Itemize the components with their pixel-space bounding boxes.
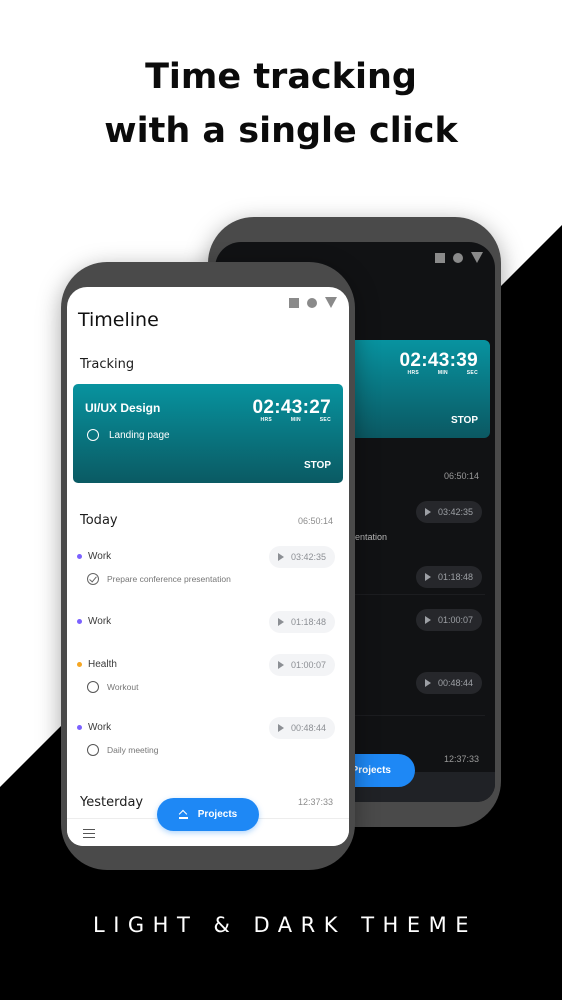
entry-task[interactable]: Daily meeting <box>87 744 159 756</box>
stop-button[interactable]: STOP <box>451 415 478 426</box>
duration: 00:48:44 <box>290 723 326 733</box>
tracking-timer: 02:43:39 HRS MIN SEC <box>400 350 478 376</box>
task-checkbox-icon[interactable] <box>87 744 99 756</box>
circle-icon <box>307 297 317 308</box>
tracking-timer: 02:43:27 HRS MIN SEC <box>253 397 331 423</box>
task-checkbox-icon[interactable] <box>87 429 99 441</box>
play-icon <box>277 661 284 669</box>
project-name: Health <box>88 659 117 670</box>
project-color-dot <box>77 662 82 667</box>
unit-min: MIN <box>437 370 448 376</box>
tracking-task[interactable]: Landing page <box>87 429 170 441</box>
today-total: 06:50:14 <box>443 471 479 481</box>
play-icon <box>277 618 284 626</box>
today-heading: Today <box>80 513 118 528</box>
light-phone: Timeline Tracking UI/UX Design Landing p… <box>61 262 355 870</box>
duration-chip[interactable]: 01:18:48 <box>268 611 335 633</box>
light-screen: Timeline Tracking UI/UX Design Landing p… <box>67 287 349 846</box>
project-name: Work <box>88 551 112 562</box>
duration: 01:00:07 <box>290 660 326 670</box>
projects-label: Projects <box>197 809 238 820</box>
project-name: Work <box>88 616 112 627</box>
play-icon <box>424 508 431 516</box>
unit-sec: SEC <box>466 370 478 376</box>
yesterday-total: 12:37:33 <box>297 797 333 807</box>
status-bar <box>289 297 337 308</box>
duration-chip[interactable]: 00:48:44 <box>415 672 482 694</box>
play-icon <box>277 553 284 561</box>
headline-line-2: with a single click <box>104 111 458 151</box>
task-label: Landing page <box>109 429 170 441</box>
project-color-dot <box>77 619 82 624</box>
project-name: Work <box>88 722 112 733</box>
triangle-icon <box>325 297 337 308</box>
today-total: 06:50:14 <box>297 516 333 526</box>
square-icon <box>289 297 299 308</box>
footer-caption: LIGHT & DARK THEME <box>93 913 477 937</box>
stop-button[interactable]: STOP <box>304 460 331 471</box>
timer-value: 02:43:39 <box>399 350 478 371</box>
task-text: entation <box>355 532 388 542</box>
entry-project: Work <box>77 616 111 627</box>
headline: Time tracking with a single click <box>0 50 562 158</box>
play-icon <box>424 679 431 687</box>
play-icon <box>277 724 284 732</box>
tracking-card[interactable]: UI/UX Design Landing page 02:43:27 HRS M… <box>73 384 343 483</box>
entry-task[interactable]: Workout <box>87 681 139 693</box>
status-bar <box>435 252 483 263</box>
tracking-project: UI/UX Design <box>85 401 161 415</box>
duration-chip[interactable]: 01:00:07 <box>268 654 335 676</box>
duration-chip[interactable]: 03:42:35 <box>268 546 335 568</box>
yesterday-heading: Yesterday <box>80 795 144 810</box>
project-color-dot <box>77 554 82 559</box>
play-icon <box>424 573 431 581</box>
expand-up-icon <box>178 811 188 819</box>
timer-units: HRS MIN SEC <box>253 417 331 423</box>
duration-chip[interactable]: 03:42:35 <box>415 501 482 523</box>
play-icon <box>424 616 431 624</box>
unit-hrs: HRS <box>407 370 419 376</box>
projects-button[interactable]: Projects <box>157 798 259 831</box>
task-label: Daily meeting <box>107 745 159 755</box>
project-color-dot <box>77 725 82 730</box>
duration-chip[interactable]: 01:00:07 <box>415 609 482 631</box>
unit-hrs: HRS <box>260 417 272 423</box>
yesterday-total: 12:37:33 <box>443 754 479 764</box>
projects-label: Projects <box>351 765 391 776</box>
unit-sec: SEC <box>319 417 331 423</box>
circle-icon <box>453 252 463 263</box>
headline-line-1: Time tracking <box>145 57 417 97</box>
entry-project: Work <box>77 722 111 733</box>
entry-project: Work <box>77 551 111 562</box>
task-label: Prepare conference presentation <box>107 574 231 584</box>
task-checkbox-icon[interactable] <box>87 681 99 693</box>
timer-value: 02:43:27 <box>252 397 331 418</box>
square-icon <box>435 252 445 263</box>
duration: 03:42:35 <box>437 507 473 517</box>
unit-min: MIN <box>290 417 301 423</box>
tracking-heading: Tracking <box>80 357 135 372</box>
duration-chip[interactable]: 00:48:44 <box>268 717 335 739</box>
duration: 01:00:07 <box>437 615 473 625</box>
timer-units: HRS MIN SEC <box>400 370 478 376</box>
page-title: Timeline <box>78 309 159 331</box>
menu-icon[interactable] <box>83 829 95 838</box>
check-circle-icon[interactable] <box>87 573 99 585</box>
duration: 01:18:48 <box>290 617 326 627</box>
duration: 01:18:48 <box>437 572 473 582</box>
triangle-icon <box>471 252 483 263</box>
duration-chip[interactable]: 01:18:48 <box>415 566 482 588</box>
entry-project: Health <box>77 659 117 670</box>
task-label: Workout <box>107 682 139 692</box>
duration: 03:42:35 <box>290 552 326 562</box>
entry-task[interactable]: Prepare conference presentation <box>87 573 231 585</box>
duration: 00:48:44 <box>437 678 473 688</box>
